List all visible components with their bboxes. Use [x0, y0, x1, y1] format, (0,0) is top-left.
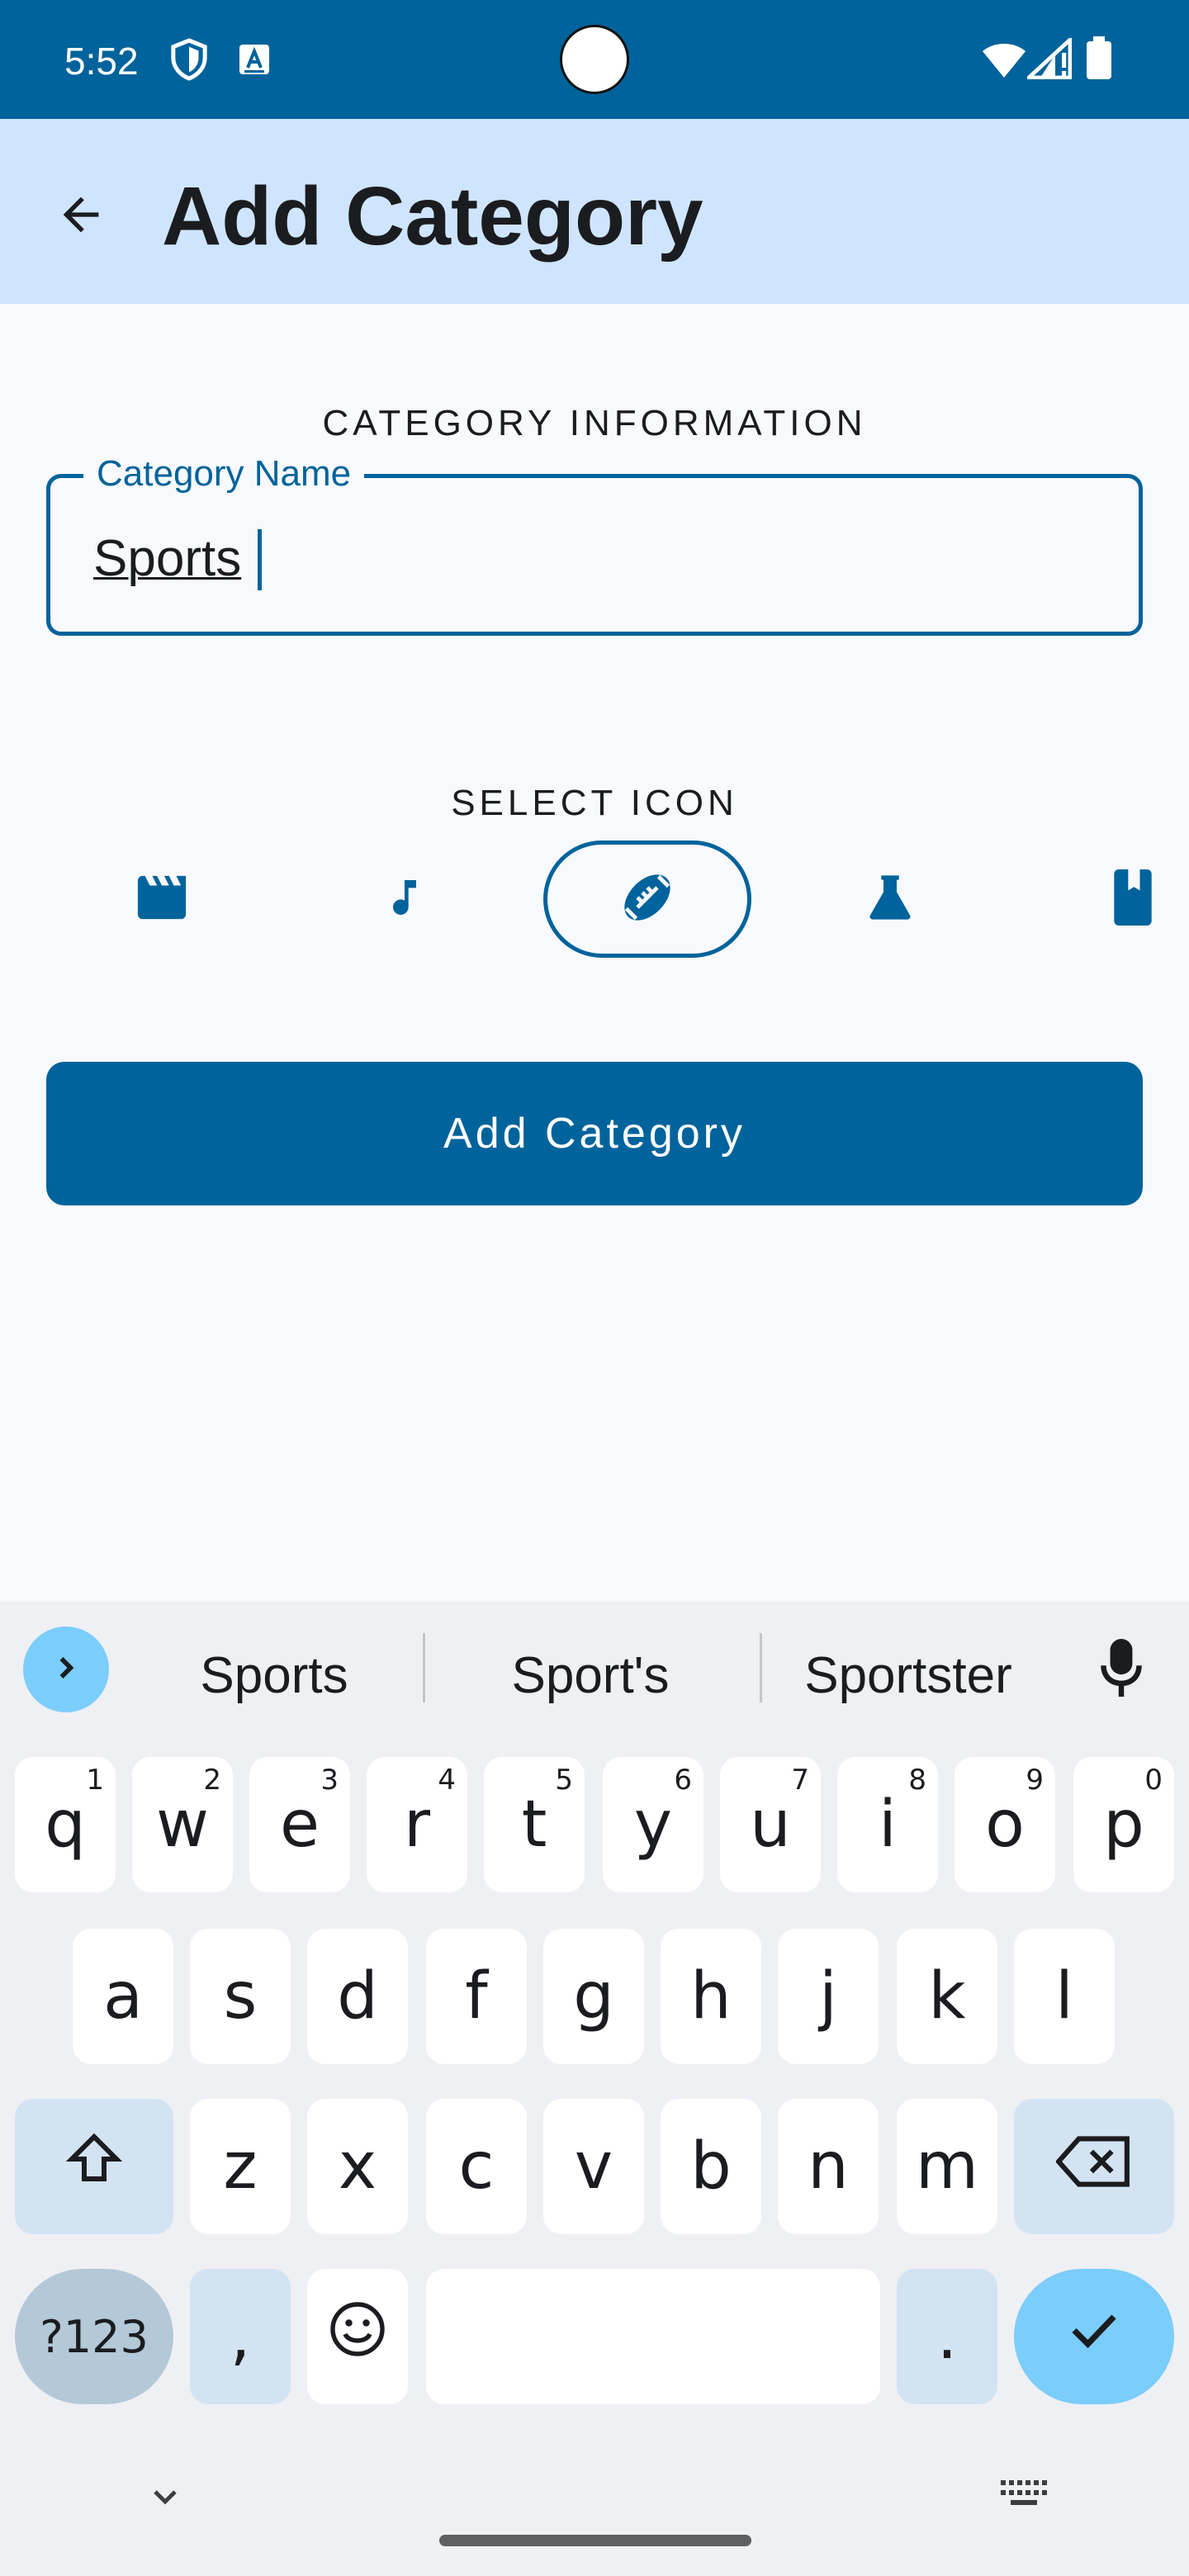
key-d[interactable]: d: [307, 1929, 408, 2064]
shift-arrow-icon: [64, 2129, 124, 2204]
emoji-smile-icon: [328, 2299, 387, 2375]
key-e[interactable]: e3: [249, 1757, 350, 1892]
keyboard-expand-button[interactable]: [23, 1627, 109, 1712]
app-bar: Add Category: [0, 119, 1189, 304]
enter-key[interactable]: [1014, 2269, 1174, 2404]
suggestion-divider: [423, 1633, 425, 1702]
key-x[interactable]: x: [307, 2099, 408, 2234]
accessibility-a-icon: [238, 43, 271, 80]
home-gesture-bar[interactable]: [439, 2535, 751, 2546]
key-j[interactable]: j: [778, 1929, 879, 2064]
battery-icon: [1087, 36, 1111, 83]
key-c[interactable]: c: [426, 2099, 527, 2234]
arrow-back-icon: [54, 188, 107, 245]
add-category-button[interactable]: Add Category: [46, 1062, 1143, 1205]
symbols-key[interactable]: ?123: [15, 2269, 173, 2404]
key-n[interactable]: n: [778, 2099, 879, 2234]
key-l[interactable]: l: [1014, 1929, 1115, 2064]
icon-option-book[interactable]: [1029, 841, 1189, 958]
key-v[interactable]: v: [543, 2099, 644, 2234]
page-title: Add Category: [162, 170, 703, 263]
chevron-right-icon: [48, 1650, 84, 1690]
soft-keyboard: Sports Sport's Sportster q1 w2 e3 r4 t5 …: [0, 1602, 1189, 2576]
icon-option-football[interactable]: [543, 841, 751, 958]
emoji-key[interactable]: [307, 2269, 408, 2404]
status-time: 5:52: [64, 40, 139, 83]
space-key[interactable]: [426, 2269, 880, 2404]
suggestion-3[interactable]: Sportster: [776, 1643, 1040, 1709]
icon-option-science[interactable]: [786, 841, 994, 958]
music-note-icon: [381, 869, 428, 930]
keyboard-switcher-icon[interactable]: [999, 2477, 1049, 2514]
football-icon: [618, 868, 677, 931]
key-i[interactable]: i8: [837, 1757, 938, 1892]
category-information-heading: CATEGORY INFORMATION: [322, 403, 867, 443]
shift-key[interactable]: [15, 2099, 173, 2234]
suggestion-2[interactable]: Sport's: [438, 1643, 743, 1709]
key-z[interactable]: z: [190, 2099, 291, 2234]
hide-keyboard-chevron-icon[interactable]: [145, 2477, 185, 2521]
book-icon: [1113, 869, 1153, 930]
key-s[interactable]: s: [190, 1929, 291, 2064]
wifi-icon: [981, 40, 1027, 83]
key-b[interactable]: b: [661, 2099, 761, 2234]
text-caret: [258, 529, 262, 590]
key-y[interactable]: y6: [603, 1757, 703, 1892]
back-button[interactable]: [41, 177, 121, 256]
key-m[interactable]: m: [897, 2099, 997, 2234]
icon-option-music[interactable]: [301, 841, 509, 958]
key-g[interactable]: g: [543, 1929, 644, 2064]
backspace-key[interactable]: [1014, 2099, 1174, 2234]
period-key[interactable]: .: [897, 2269, 997, 2404]
vpn-shield-icon: [170, 38, 208, 85]
key-h[interactable]: h: [661, 1929, 761, 2064]
key-w[interactable]: w2: [132, 1757, 233, 1892]
key-a[interactable]: a: [73, 1929, 173, 2064]
category-name-field[interactable]: Category Name Sports: [46, 451, 1143, 636]
select-icon-heading: SELECT ICON: [451, 783, 738, 823]
key-q[interactable]: q1: [15, 1757, 116, 1892]
movie-clapper-icon: [132, 871, 192, 928]
suggestion-1[interactable]: Sports: [142, 1643, 406, 1709]
key-p[interactable]: p0: [1073, 1757, 1174, 1892]
category-name-label: Category Name: [83, 451, 365, 497]
checkmark-icon: [1064, 2299, 1124, 2375]
mic-icon: [1098, 1638, 1144, 1701]
key-o[interactable]: o9: [955, 1757, 1055, 1892]
backspace-icon: [1054, 2129, 1132, 2204]
category-name-input[interactable]: Sports: [93, 526, 241, 592]
camera-cutout: [560, 25, 629, 94]
key-f[interactable]: f: [426, 1929, 527, 2064]
voice-input-button[interactable]: [1087, 1635, 1156, 1704]
signal-icon: [1023, 35, 1073, 83]
key-u[interactable]: u7: [720, 1757, 821, 1892]
suggestion-divider: [760, 1633, 762, 1702]
science-flask-icon: [864, 871, 917, 928]
key-r[interactable]: r4: [367, 1757, 467, 1892]
key-t[interactable]: t5: [484, 1757, 585, 1892]
comma-key[interactable]: ,: [190, 2269, 291, 2404]
icon-option-movie[interactable]: [58, 841, 266, 958]
key-k[interactable]: k: [897, 1929, 997, 2064]
